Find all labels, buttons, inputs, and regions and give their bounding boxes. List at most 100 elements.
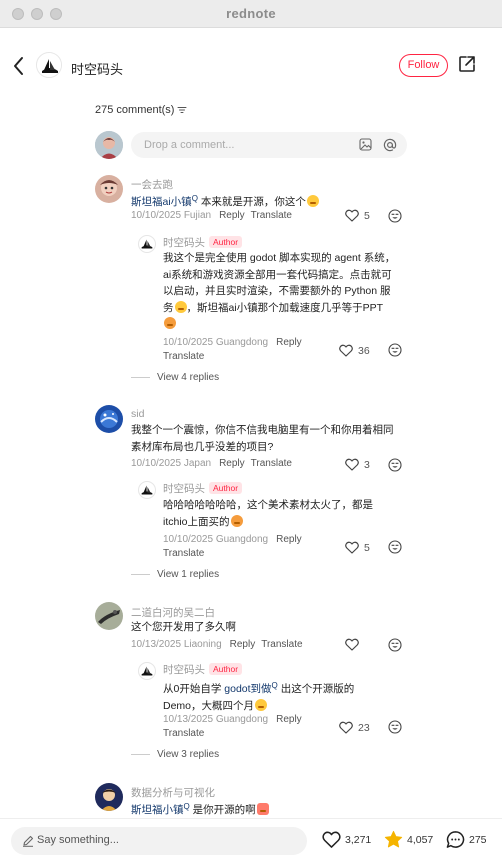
- image-icon[interactable]: [359, 138, 372, 151]
- comment-date-location: 10/13/2025 Liaoning: [131, 639, 222, 650]
- heart-icon: [339, 344, 353, 357]
- comment-text: 斯坦福小镇Q 是你开源的啊: [131, 799, 391, 819]
- author-badge: Author: [209, 482, 243, 494]
- translate-button[interactable]: Translate: [251, 210, 292, 221]
- mention-link[interactable]: 斯坦福ai小镇: [131, 196, 192, 208]
- reply-text: 我这个是完全使用 godot 脚本实现的 agent 系统， ai系统和游戏资源…: [163, 250, 413, 333]
- pencil-icon: [23, 835, 34, 847]
- mention-link[interactable]: godot到做: [224, 683, 271, 695]
- comment-date-location: 10/10/2025 Japan: [131, 458, 212, 469]
- like-count: 3: [364, 458, 370, 471]
- reply-button[interactable]: Reply: [230, 639, 256, 650]
- like-count: 36: [358, 344, 370, 357]
- commenter-avatar[interactable]: [95, 783, 123, 811]
- like-button[interactable]: 36: [339, 344, 370, 357]
- face-emoji-icon: [255, 698, 268, 711]
- replier-name[interactable]: 时空码头 Author: [163, 235, 243, 250]
- like-button[interactable]: 5: [345, 209, 370, 222]
- reply-date-location: 10/10/2025 Guangdong: [163, 337, 269, 348]
- replier-name[interactable]: 时空码头 Author: [163, 662, 243, 677]
- heart-icon: [345, 458, 359, 471]
- say-something-input[interactable]: Say something...: [11, 827, 307, 855]
- heart-icon: [345, 638, 359, 651]
- emoji-reaction-icon[interactable]: [388, 720, 402, 734]
- view-replies-button[interactable]: View 3 replies: [131, 749, 219, 760]
- divider-line: [131, 574, 150, 575]
- like-button[interactable]: 23: [339, 721, 370, 734]
- reply-button[interactable]: Reply: [219, 210, 245, 221]
- author-avatar[interactable]: [36, 52, 62, 78]
- translate-button[interactable]: Translate: [163, 548, 204, 559]
- mention-at-icon[interactable]: [383, 138, 397, 152]
- divider-line: [131, 754, 150, 755]
- reply-meta: 10/13/2025 Guangdong Reply: [163, 714, 302, 725]
- cat-emoji-icon: [164, 317, 176, 329]
- comment-count-row[interactable]: 275 comment(s): [95, 104, 187, 116]
- emoji-reaction-icon[interactable]: [388, 458, 402, 472]
- replier-avatar[interactable]: [138, 235, 156, 253]
- post-collect-button[interactable]: 4,057: [384, 830, 433, 849]
- author-badge: Author: [209, 236, 243, 248]
- my-avatar: [95, 131, 123, 159]
- post-collect-count: 4,057: [407, 833, 434, 846]
- translate-button[interactable]: Translate: [163, 351, 204, 362]
- comment-text: 我整个一个震惊，你信不信我电脑里有一个和你用着相同 素材库布局也几乎没差的项目?: [131, 424, 394, 453]
- say-something-placeholder: Say something...: [37, 834, 119, 846]
- like-button[interactable]: [345, 638, 359, 651]
- comment-meta: 10/10/2025 Fujian Reply Translate: [131, 210, 292, 221]
- reply-button[interactable]: Reply: [276, 714, 302, 725]
- translate-button[interactable]: Translate: [251, 458, 292, 469]
- window-titlebar: rednote: [0, 0, 502, 28]
- cat-emoji-icon: [230, 514, 243, 527]
- emoji-reaction-icon[interactable]: [388, 638, 402, 652]
- translate-button[interactable]: Translate: [163, 728, 204, 739]
- author-name[interactable]: 时空码头: [71, 59, 123, 78]
- face-emoji-icon: [174, 300, 187, 313]
- commenter-name[interactable]: 一会去跑: [131, 177, 173, 192]
- reply-button[interactable]: Reply: [276, 534, 302, 545]
- commenter-avatar[interactable]: [95, 405, 123, 433]
- commenter-avatar[interactable]: [95, 175, 123, 203]
- reply-date-location: 10/13/2025 Guangdong: [163, 714, 269, 725]
- comment-text: 这个您开发用了多久啊: [131, 621, 236, 633]
- star-icon: [384, 830, 403, 848]
- reply-button[interactable]: Reply: [219, 458, 245, 469]
- author-badge: Author: [209, 663, 243, 675]
- post-like-button[interactable]: 3,271: [322, 830, 371, 849]
- heart-icon: [345, 209, 359, 222]
- commenter-name[interactable]: 二道白河的吴二白: [131, 605, 215, 620]
- commenter-avatar[interactable]: [95, 602, 123, 630]
- reply-text: 从0开始自学 godot到做Q 出这个开源版的 Demo，大概四个月: [163, 681, 355, 712]
- emoji-reaction-icon[interactable]: [388, 343, 402, 357]
- reply-meta: 10/10/2025 Guangdong Reply: [163, 534, 302, 545]
- commenter-name[interactable]: sid: [131, 408, 144, 420]
- translate-button[interactable]: Translate: [261, 639, 302, 650]
- like-button[interactable]: 3: [345, 458, 370, 471]
- replier-name[interactable]: 时空码头 Author: [163, 481, 243, 496]
- emoji-icon: [256, 803, 269, 815]
- divider-line: [131, 377, 150, 378]
- comment-text: 斯坦福ai小镇Q 本来就是开源，你这个: [131, 191, 401, 211]
- reply-button[interactable]: Reply: [276, 337, 302, 348]
- emoji-reaction-icon[interactable]: [388, 540, 402, 554]
- mention-link[interactable]: 斯坦福小镇: [131, 804, 184, 816]
- replier-avatar[interactable]: [138, 481, 156, 499]
- commenter-name[interactable]: 数据分析与可视化: [131, 785, 215, 800]
- like-count: 5: [364, 541, 370, 554]
- window-title: rednote: [226, 6, 276, 21]
- back-arrow-icon[interactable]: [10, 55, 28, 77]
- view-replies-button[interactable]: View 4 replies: [131, 372, 219, 383]
- emoji-reaction-icon[interactable]: [388, 209, 402, 223]
- replier-avatar[interactable]: [138, 662, 156, 680]
- view-replies-button[interactable]: View 1 replies: [131, 569, 219, 580]
- comment-meta: 10/13/2025 Liaoning Reply Translate: [131, 639, 303, 650]
- comment-date-location: 10/10/2025 Fujian: [131, 210, 212, 221]
- share-icon[interactable]: [458, 55, 476, 73]
- follow-button[interactable]: Follow: [399, 54, 448, 77]
- like-count: 5: [364, 209, 370, 222]
- sort-icon[interactable]: [177, 106, 187, 114]
- post-comment-count: 275: [469, 833, 487, 846]
- bottom-action-bar: Say something... 3,271 4,057 275: [0, 818, 502, 859]
- like-button[interactable]: 5: [345, 541, 370, 554]
- post-comment-button[interactable]: 275: [446, 830, 487, 849]
